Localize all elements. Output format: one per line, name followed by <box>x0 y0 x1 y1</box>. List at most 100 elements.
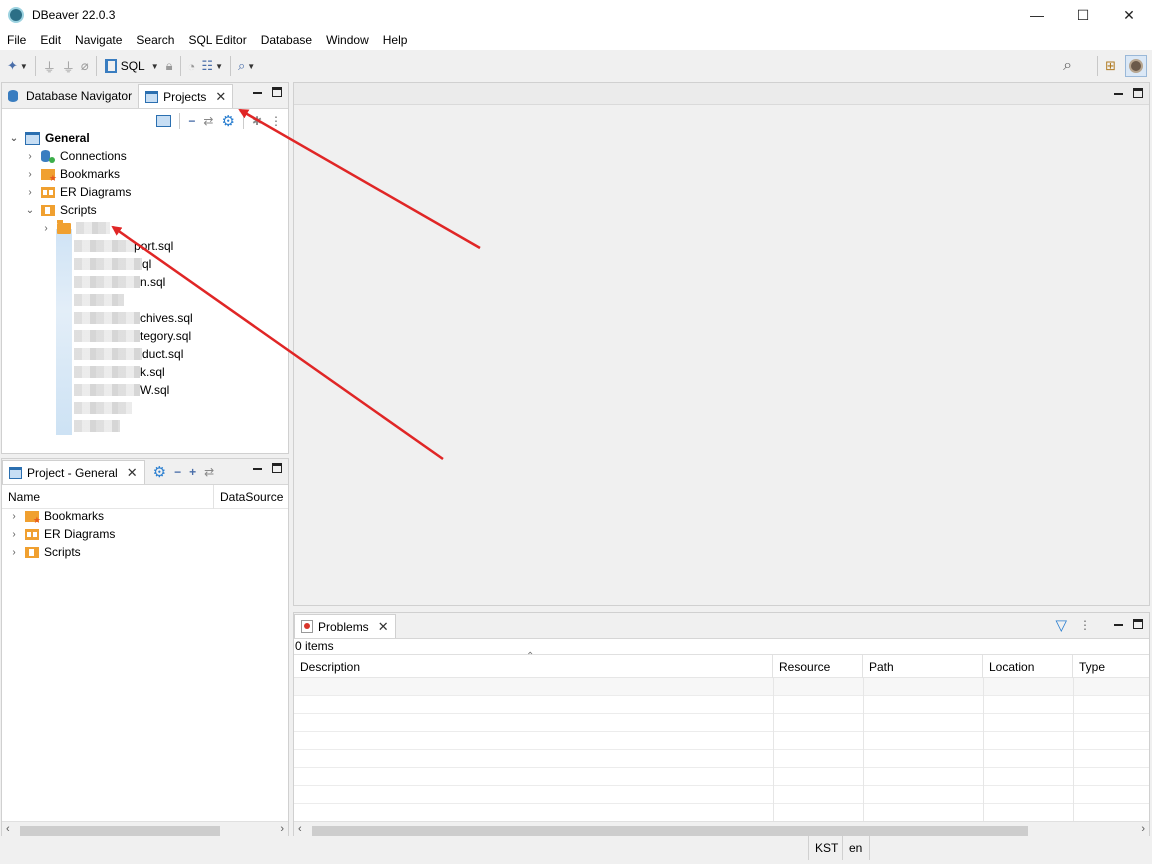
connect-button[interactable]: ⏚ <box>40 54 59 78</box>
close-icon[interactable]: ✕ <box>127 465 138 481</box>
link-with-editor-icon[interactable]: ⇄ <box>203 114 213 128</box>
menu-file[interactable]: File <box>0 30 33 50</box>
scrollbar-thumb[interactable] <box>20 826 220 836</box>
script-file[interactable]: k.sql <box>74 363 165 381</box>
column-type[interactable]: Type <box>1073 655 1151 679</box>
script-file[interactable]: port.sql <box>74 237 173 255</box>
menu-sql-editor[interactable]: SQL Editor <box>181 30 253 50</box>
script-file[interactable]: duct.sql <box>74 345 183 363</box>
menu-search[interactable]: Search <box>129 30 181 50</box>
scroll-left-icon[interactable]: ‹ <box>6 823 10 835</box>
close-icon[interactable]: ✕ <box>378 619 389 635</box>
menu-help[interactable]: Help <box>376 30 415 50</box>
script-file[interactable]: ql <box>74 255 151 273</box>
expand-all-icon[interactable]: + <box>189 465 196 479</box>
tab-problems[interactable]: Problems ✕ <box>294 614 396 638</box>
script-folder[interactable]: › <box>40 219 110 237</box>
menu-navigate[interactable]: Navigate <box>68 30 129 50</box>
menu-database[interactable]: Database <box>254 30 319 50</box>
problems-horizontal-scrollbar[interactable]: ‹ › <box>294 821 1149 837</box>
schema-button[interactable]: ☷ ▼ <box>198 54 226 78</box>
script-file[interactable]: tegory.sql <box>74 327 191 345</box>
scripts-icon <box>41 204 55 216</box>
global-search-button[interactable]: ⌕ <box>1060 54 1075 78</box>
search-button[interactable]: ⌕ ▼ <box>235 54 258 78</box>
status-locale[interactable]: en <box>842 836 870 860</box>
chevron-down-icon[interactable]: ⌄ <box>8 133 20 144</box>
chevron-right-icon[interactable]: › <box>24 169 36 180</box>
close-icon[interactable]: ✕ <box>215 89 226 105</box>
chevron-right-icon[interactable]: › <box>8 511 20 522</box>
minimize-panel-icon[interactable] <box>253 92 262 94</box>
disconnect-button[interactable]: ⏚ <box>59 54 78 78</box>
project-item-bookmarks[interactable]: › Bookmarks <box>8 507 104 526</box>
configure-icon[interactable]: ⚙ <box>221 112 234 130</box>
maximize-panel-icon[interactable] <box>272 463 282 473</box>
chevron-right-icon[interactable]: › <box>40 223 52 234</box>
column-datasource[interactable]: DataSource <box>214 485 290 509</box>
tree-root-general[interactable]: ⌄ General <box>8 129 90 147</box>
maximize-button[interactable]: ☐ <box>1060 0 1106 30</box>
column-description[interactable]: Description ⌃ <box>294 651 773 679</box>
new-project-icon[interactable] <box>156 115 172 127</box>
new-connection-button[interactable]: ✦ ▼ <box>4 54 31 78</box>
script-file[interactable]: chives.sql <box>74 309 193 327</box>
open-perspective-button[interactable]: ⊞ <box>1102 54 1119 78</box>
column-path[interactable]: Path <box>863 655 983 679</box>
minimize-panel-icon[interactable] <box>1114 624 1123 626</box>
column-resource[interactable]: Resource <box>773 655 863 679</box>
toolbar-separator <box>229 56 231 76</box>
scroll-right-icon[interactable]: › <box>280 823 284 835</box>
script-file[interactable] <box>74 417 120 435</box>
menu-edit[interactable]: Edit <box>33 30 68 50</box>
maximize-panel-icon[interactable] <box>272 87 282 97</box>
maximize-panel-icon[interactable] <box>1133 88 1143 98</box>
tab-project-general[interactable]: Project - General ✕ <box>2 460 145 484</box>
chevron-down-icon[interactable]: ⌄ <box>24 205 36 216</box>
view-menu-icon[interactable]: ⋮ <box>270 114 282 128</box>
tab-database-navigator[interactable]: Database Navigator <box>2 84 138 108</box>
lock-button[interactable]: 🔒︎ <box>163 54 176 78</box>
tab-projects[interactable]: Projects ✕ <box>138 84 234 108</box>
tree-item-bookmarks[interactable]: › Bookmarks <box>24 165 120 184</box>
minimize-panel-icon[interactable] <box>1114 93 1123 95</box>
view-menu-icon[interactable]: ⋮ <box>1079 618 1091 632</box>
menu-window[interactable]: Window <box>319 30 376 50</box>
project-item-er-diagrams[interactable]: › ER Diagrams <box>8 525 115 543</box>
scrollbar-thumb[interactable] <box>312 826 1028 836</box>
collapse-all-icon[interactable]: − <box>188 114 195 128</box>
close-button[interactable]: ✕ <box>1106 0 1152 30</box>
scroll-right-icon[interactable]: › <box>1141 823 1145 835</box>
status-timezone[interactable]: KST <box>808 836 842 860</box>
minimize-panel-icon[interactable] <box>253 468 262 470</box>
script-file[interactable] <box>74 291 124 309</box>
configure-icon[interactable]: ⚙ <box>153 463 166 481</box>
column-name[interactable]: Name <box>2 485 214 509</box>
collapse-all-icon[interactable]: − <box>174 465 181 479</box>
minimize-button[interactable]: — <box>1014 0 1060 30</box>
link-with-editor-icon[interactable]: ⇄ <box>204 465 214 479</box>
project-horizontal-scrollbar[interactable]: ‹ › <box>2 821 288 837</box>
filter-icon[interactable]: ✱ <box>252 114 262 128</box>
editor-area[interactable] <box>293 82 1150 606</box>
project-item-scripts[interactable]: › Scripts <box>8 543 80 561</box>
chevron-right-icon[interactable]: › <box>8 529 20 540</box>
chevron-right-icon[interactable]: › <box>24 151 36 162</box>
column-location[interactable]: Location <box>983 655 1073 679</box>
script-file[interactable] <box>74 399 132 417</box>
tree-item-er-diagrams[interactable]: › ER Diagrams <box>24 183 131 201</box>
tree-item-scripts[interactable]: ⌄ Scripts <box>24 201 97 219</box>
redacted-label <box>74 330 140 342</box>
dashboard-button[interactable]: ◔ <box>185 54 199 78</box>
scroll-left-icon[interactable]: ‹ <box>298 823 302 835</box>
sql-editor-button[interactable]: SQL ▼ <box>101 54 163 78</box>
maximize-panel-icon[interactable] <box>1133 619 1143 629</box>
invalidate-button[interactable]: ⌀ <box>78 54 92 78</box>
script-file[interactable]: n.sql <box>74 273 165 291</box>
perspective-button[interactable] <box>1125 55 1147 77</box>
chevron-right-icon[interactable]: › <box>24 187 36 198</box>
chevron-right-icon[interactable]: › <box>8 547 20 558</box>
script-file[interactable]: W.sql <box>74 381 169 399</box>
filter-icon[interactable]: ▽ <box>1055 616 1067 634</box>
tree-item-connections[interactable]: › Connections <box>24 147 126 165</box>
